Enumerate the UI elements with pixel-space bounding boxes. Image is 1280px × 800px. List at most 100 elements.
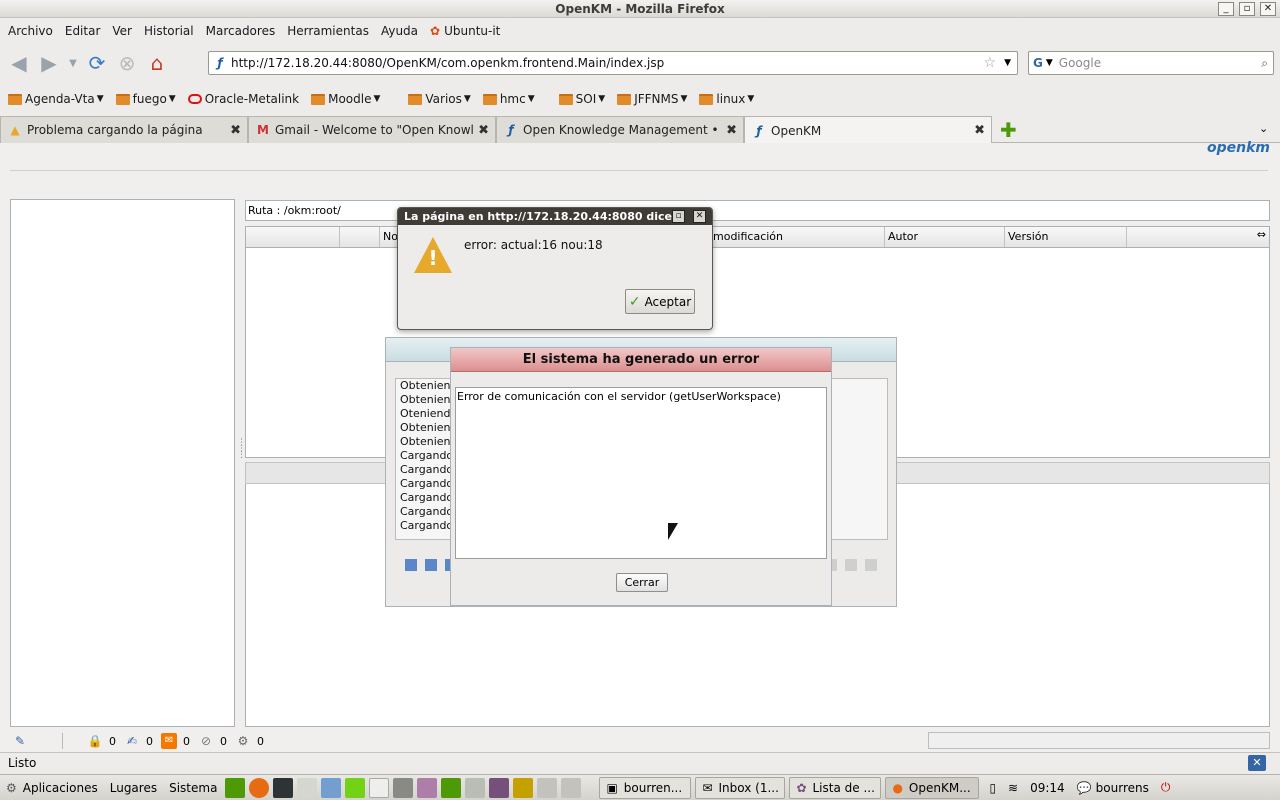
menu-historial[interactable]: Historial — [138, 18, 200, 44]
mail-launcher-icon[interactable] — [297, 777, 318, 798]
tab-open-knowledge-management[interactable]: ƒ Open Knowledge Management • ... ✖ — [496, 116, 744, 143]
alert-close-button[interactable]: ✕ — [693, 210, 706, 223]
addon-status-icon[interactable]: ✕ — [1248, 755, 1266, 771]
bookmark-folder-soi[interactable]: SOI ▼ — [553, 86, 612, 112]
bookmark-folder-jffnms[interactable]: JFFNMS ▼ — [611, 86, 693, 112]
menu-lugares[interactable]: Lugares — [104, 775, 163, 800]
tools-launcher-icon[interactable] — [345, 777, 366, 798]
pidgin-icon: ✿ — [796, 780, 807, 795]
battery-icon[interactable]: ▯ — [983, 775, 1002, 800]
accept-button-label: Aceptar — [644, 294, 692, 309]
workspace-switcher-icon[interactable] — [537, 777, 558, 798]
stat-news[interactable]: ⊘ 0 — [198, 733, 227, 749]
search-input[interactable]: Google — [1059, 56, 1101, 70]
maximize-button[interactable]: ▫ — [1239, 2, 1255, 16]
bookmark-folder-hmc[interactable]: hmc ▼ — [477, 86, 541, 112]
menu-ver[interactable]: Ver — [106, 18, 138, 44]
clock[interactable]: 09:14 — [1024, 775, 1071, 800]
network-launcher-icon[interactable] — [321, 777, 342, 798]
forward-arrow-icon[interactable]: ▶ — [34, 48, 64, 78]
user-menu[interactable]: 💬 bourrens — [1071, 775, 1155, 800]
accept-button[interactable]: ✓ Aceptar — [625, 289, 695, 314]
media-launcher-icon[interactable] — [489, 777, 510, 798]
close-error-button[interactable]: Cerrar — [616, 573, 668, 592]
monitor-launcher-icon[interactable] — [441, 777, 462, 798]
spreadsheet-launcher-icon[interactable] — [225, 777, 246, 798]
history-dropdown-icon[interactable]: ▼ — [64, 48, 82, 78]
reload-icon[interactable]: ⟳ — [82, 48, 112, 78]
column-resize-icon[interactable]: ⇔ — [1257, 228, 1266, 241]
search-engine-dropdown-icon[interactable]: ▼ — [1046, 58, 1053, 68]
menu-marcadores[interactable]: Marcadores — [200, 18, 282, 44]
taskbar-window-lista[interactable]: ✿ Lista de ... — [789, 776, 882, 799]
bookmark-oracle-metalink[interactable]: Oracle-Metalink — [182, 86, 305, 112]
navigator-panel[interactable] — [10, 199, 235, 727]
search-bar[interactable]: G ▼ Google ⌕ — [1028, 51, 1274, 75]
taskbar-window-openkm[interactable]: ● OpenKM... — [885, 776, 980, 799]
tab-list-chevron-icon[interactable]: ⌄ — [1259, 122, 1268, 135]
back-arrow-icon[interactable]: ◀ — [4, 48, 34, 78]
search-magnifier-icon[interactable]: ⌕ — [1261, 56, 1268, 71]
bookmark-folder-varios[interactable]: Varios ▼ — [402, 86, 476, 112]
column-modified[interactable]: modificación — [710, 227, 885, 247]
bookmark-folder-agenda-vta[interactable]: Agenda-Vta ▼ — [2, 86, 110, 112]
plug-icon: ✎ — [14, 734, 26, 748]
menu-herramientas[interactable]: Herramientas — [281, 18, 375, 44]
menu-ubuntu-it[interactable]: ✿ Ubuntu-it — [424, 18, 506, 44]
column-flags[interactable] — [340, 227, 380, 247]
taskbar-window-inbox[interactable]: ✉ Inbox (1... — [695, 776, 786, 799]
close-window-button[interactable]: ✕ — [1260, 2, 1276, 16]
tab-gmail[interactable]: M Gmail - Welcome to "Open Knowl... ✖ — [248, 116, 496, 143]
url-dropdown-icon[interactable]: ▼ — [1004, 58, 1011, 68]
column-version[interactable]: Versión — [1005, 227, 1127, 247]
google-search-engine-icon[interactable]: G — [1033, 56, 1043, 70]
stat-workflow[interactable]: ⚙ 0 — [235, 733, 264, 749]
stat-locked-documents[interactable]: 🔒 0 — [87, 733, 116, 749]
stop-icon[interactable]: ⊗ — [112, 48, 142, 78]
tab-problema-cargando[interactable]: ▲ Problema cargando la página ✖ — [0, 116, 248, 143]
firefox-launcher-icon[interactable] — [249, 777, 270, 798]
new-tab-plus-icon[interactable]: ✚ — [1000, 118, 1017, 142]
url-bar[interactable]: ƒ http://172.18.20.44:8080/OpenKM/com.op… — [208, 51, 1018, 75]
workspace-switcher-icon[interactable] — [561, 777, 582, 798]
alert-maximize-button[interactable]: ▫ — [672, 210, 685, 223]
pidgin-launcher-icon[interactable] — [417, 777, 438, 798]
menu-ayuda[interactable]: Ayuda — [375, 18, 424, 44]
trash-launcher-icon[interactable] — [465, 777, 486, 798]
wifi-icon[interactable]: ≋ — [1002, 775, 1024, 800]
menu-editar[interactable]: Editar — [59, 18, 107, 44]
url-input[interactable]: http://172.18.20.44:8080/OpenKM/com.open… — [231, 56, 664, 70]
menu-sistema[interactable]: Sistema — [163, 775, 223, 800]
bookmark-folder-moodle[interactable]: Moodle ▼ — [305, 86, 386, 112]
workspace-launcher-icon[interactable] — [513, 777, 534, 798]
close-tab-icon[interactable]: ✖ — [478, 123, 489, 138]
stat-connection[interactable]: ✎ — [12, 733, 34, 749]
close-tab-icon[interactable]: ✖ — [230, 123, 241, 138]
terminal-launcher-icon[interactable] — [273, 777, 294, 798]
alert-dialog-title: La página en http://172.18.20.44:8080 di… — [404, 210, 677, 223]
progress-square-empty — [865, 559, 877, 571]
shutdown-icon[interactable]: ⏻ — [1155, 775, 1177, 800]
tab-openkm[interactable]: ƒ OpenKM ✖ — [744, 116, 992, 144]
stat-checkout-documents[interactable]: ✍ 0 — [124, 733, 153, 749]
menu-archivo[interactable]: Archivo — [2, 18, 59, 44]
calculator-launcher-icon[interactable] — [393, 777, 414, 798]
taskbar-window-terminal[interactable]: ▣ bourren... — [599, 776, 692, 799]
home-icon[interactable]: ⌂ — [142, 48, 172, 78]
error-dialog-title: El sistema ha generado un error — [451, 348, 831, 372]
column-icon[interactable] — [246, 227, 340, 247]
editor-launcher-icon[interactable] — [369, 777, 390, 798]
vertical-splitter-handle[interactable]: ⋮ ⋮ ⋮ — [237, 439, 246, 488]
alert-message: error: actual:16 nou:18 — [464, 238, 603, 252]
bookmark-folder-fuego[interactable]: fuego ▼ — [110, 86, 182, 112]
minimize-button[interactable]: _ — [1218, 2, 1234, 16]
close-tab-icon[interactable]: ✖ — [974, 123, 985, 138]
folder-icon — [8, 93, 22, 105]
bookmark-star-icon[interactable]: ☆ — [984, 55, 997, 71]
bookmark-folder-linux[interactable]: linux ▼ — [693, 86, 760, 112]
stat-subscriptions[interactable]: ✉ 0 — [161, 733, 190, 749]
menu-aplicaciones[interactable]: ⚙ Aplicaciones — [0, 775, 104, 800]
close-tab-icon[interactable]: ✖ — [726, 123, 737, 138]
column-author[interactable]: Autor — [885, 227, 1005, 247]
folder-icon — [482, 93, 497, 105]
